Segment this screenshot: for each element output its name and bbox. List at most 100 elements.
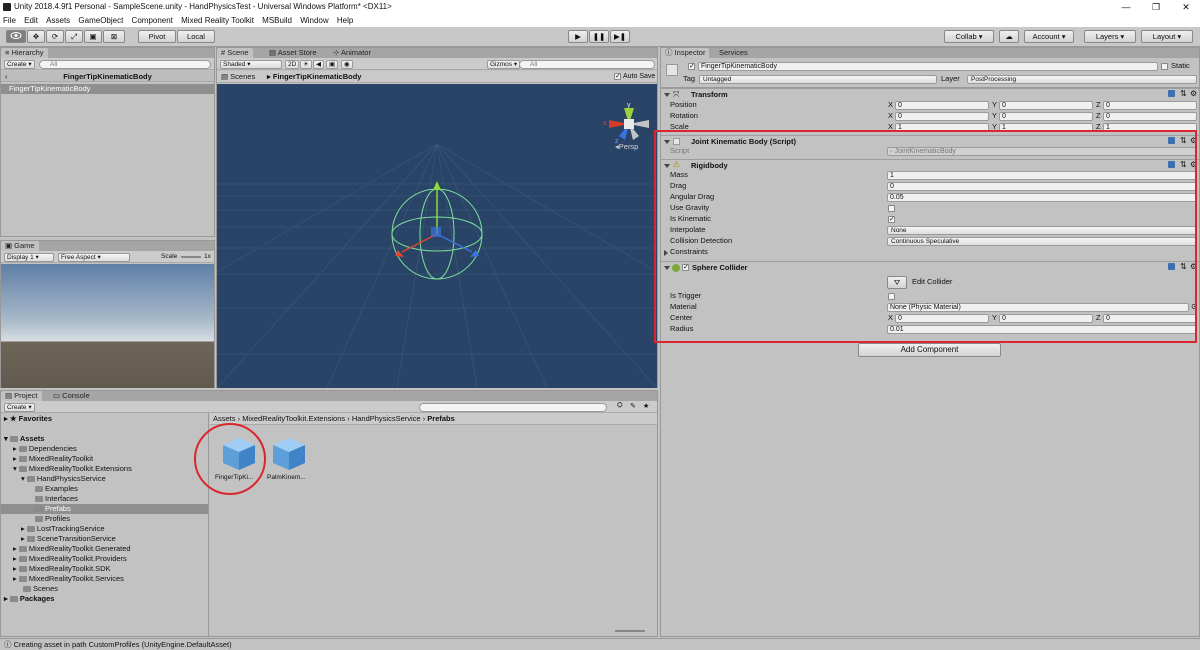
tree-item[interactable]: Profiles <box>35 514 70 524</box>
tree-item[interactable]: ▸ MixedRealityToolkit.Providers <box>13 554 127 564</box>
menu-gameobject[interactable]: GameObject <box>75 16 126 25</box>
crumb-assets[interactable]: Assets <box>213 414 236 423</box>
scene-object-crumb[interactable]: ▸ FingerTipKinematicBody <box>267 71 361 83</box>
effects-icon[interactable]: ▣ <box>326 59 339 69</box>
mode-2d-toggle[interactable]: 2D <box>285 59 300 69</box>
tag-dropdown[interactable]: Untagged <box>699 75 937 84</box>
position-x-field[interactable]: 0 <box>895 101 989 110</box>
account-dropdown[interactable]: Account ▾ <box>1024 30 1074 43</box>
game-view[interactable] <box>1 264 214 388</box>
filter-label-icon[interactable]: ✎ <box>630 402 636 410</box>
tree-item[interactable]: Interfaces <box>35 494 78 504</box>
crumb-handphysicsservice[interactable]: HandPhysicsService <box>352 414 421 423</box>
scenes-crumb[interactable]: ▤ Scenes <box>221 71 255 83</box>
menu-window[interactable]: Window <box>297 16 331 25</box>
rotation-x-field[interactable]: 0 <box>895 112 989 121</box>
project-create-button[interactable]: Create ▾ <box>4 402 35 412</box>
hand-tool-icon[interactable] <box>6 30 26 43</box>
maximize-button[interactable]: ❐ <box>1142 0 1170 14</box>
cloud-icon[interactable]: ☁ <box>999 30 1019 43</box>
transform-foldout-icon[interactable] <box>664 93 670 97</box>
menu-edit[interactable]: Edit <box>21 16 41 25</box>
tab-services[interactable]: Services <box>715 48 752 58</box>
transform-header[interactable]: ⤧ Transform ⇅ ⚙ <box>661 88 1199 100</box>
asset-item[interactable]: PalmKinem... <box>264 434 314 484</box>
tab-scene[interactable]: # Scene <box>217 48 253 58</box>
add-component-button[interactable]: Add Component <box>858 343 1001 357</box>
tab-console[interactable]: ▭ Console <box>49 391 94 401</box>
crumb-prefabs[interactable]: Prefabs <box>427 414 455 423</box>
settings-gear-icon[interactable]: ⚙ <box>1190 89 1197 98</box>
pivot-toggle[interactable]: Pivot <box>138 30 176 43</box>
layer-dropdown[interactable]: PostProcessing <box>967 75 1197 84</box>
audio-icon[interactable]: ◀ <box>313 59 324 69</box>
scene-viewport[interactable]: x y z ◂Persp <box>217 84 657 388</box>
assets-node[interactable]: ▾ Assets <box>4 434 44 444</box>
tab-game[interactable]: ▣ Game <box>1 241 39 251</box>
object-name-field[interactable]: FingerTipKinematicBody <box>698 62 1158 71</box>
crumb-mrtk-extensions[interactable]: MixedRealityToolkit.Extensions <box>242 414 345 423</box>
collab-dropdown[interactable]: Collab ▾ <box>944 30 994 43</box>
project-search-input[interactable] <box>419 402 607 412</box>
transform-tool-icon[interactable]: ⊠ <box>103 30 125 43</box>
pause-button[interactable]: ❚❚ <box>589 30 609 43</box>
tree-item[interactable]: ▸ MixedRealityToolkit <box>13 454 93 464</box>
menu-assets[interactable]: Assets <box>43 16 73 25</box>
autosave-checkbox[interactable]: ✓ <box>614 73 621 80</box>
scene-search-input[interactable]: All <box>519 59 655 69</box>
tree-item-selected[interactable]: Prefabs <box>35 504 71 514</box>
hierarchy-search-input[interactable]: All <box>39 59 211 69</box>
tree-item[interactable]: Examples <box>35 484 78 494</box>
object-active-checkbox[interactable]: ✓ <box>688 63 695 70</box>
packages-node[interactable]: ▸ Packages <box>4 594 54 604</box>
tab-asset-store[interactable]: ▤ Asset Store <box>265 48 321 58</box>
favorites-node[interactable]: ▸ ★ Favorites <box>4 414 52 424</box>
layers-dropdown[interactable]: Layers ▾ <box>1084 30 1136 43</box>
display-dropdown[interactable]: Display 1 ▾ <box>4 252 54 262</box>
rotation-z-field[interactable]: 0 <box>1103 112 1197 121</box>
step-button[interactable]: ▶❚ <box>610 30 630 43</box>
help-icon[interactable] <box>1168 90 1175 97</box>
hierarchy-create-button[interactable]: Create ▾ <box>4 59 35 69</box>
tab-hierarchy[interactable]: ≡ Hierarchy <box>1 48 48 58</box>
close-button[interactable]: ✕ <box>1172 0 1200 14</box>
local-toggle[interactable]: Local <box>177 30 215 43</box>
menu-msbuild[interactable]: MSBuild <box>259 16 295 25</box>
tree-item[interactable]: Scenes <box>23 584 58 594</box>
preset-icon[interactable]: ⇅ <box>1180 89 1187 98</box>
menu-mrtk[interactable]: Mixed Reality Toolkit <box>178 16 257 25</box>
tab-project[interactable]: ▤ Project <box>1 391 42 401</box>
tree-item[interactable]: ▸ SceneTransitionService <box>21 534 116 544</box>
position-z-field[interactable]: 0 <box>1103 101 1197 110</box>
menu-file[interactable]: File <box>0 16 19 25</box>
tree-item[interactable]: ▸ LostTrackingService <box>21 524 105 534</box>
layout-dropdown[interactable]: Layout ▾ <box>1141 30 1193 43</box>
position-y-field[interactable]: 0 <box>999 101 1093 110</box>
favorite-star-icon[interactable]: ★ <box>643 402 649 410</box>
play-button[interactable]: ▶ <box>568 30 588 43</box>
shading-dropdown[interactable]: Shaded ▾ <box>220 59 282 69</box>
tree-item[interactable]: ▸ MixedRealityToolkit.Services <box>13 574 124 584</box>
tree-item[interactable]: ▸ Dependencies <box>13 444 77 454</box>
tree-item[interactable]: ▾ MixedRealityToolkit.Extensions <box>13 464 132 474</box>
tree-item[interactable]: ▸ MixedRealityToolkit.SDK <box>13 564 111 574</box>
rotate-tool-icon[interactable]: ⟳ <box>46 30 64 43</box>
camera-icon[interactable]: ◉ <box>341 59 353 69</box>
tab-animator[interactable]: ⊹ Animator <box>329 48 375 58</box>
rect-tool-icon[interactable]: ▣ <box>84 30 102 43</box>
tab-inspector[interactable]: ⓘ Inspector <box>661 48 710 58</box>
minimize-button[interactable]: — <box>1112 0 1140 14</box>
hierarchy-item[interactable]: FingerTipKinematicBody <box>1 84 214 94</box>
move-tool-icon[interactable]: ✥ <box>27 30 45 43</box>
filter-type-icon[interactable]: ⛭ <box>617 402 623 410</box>
static-checkbox[interactable] <box>1161 63 1168 70</box>
persp-label[interactable]: ◂Persp <box>615 142 638 151</box>
menu-component[interactable]: Component <box>129 16 176 25</box>
tree-item[interactable]: ▾ HandPhysicsService <box>21 474 106 484</box>
gizmos-dropdown[interactable]: Gizmos ▾ <box>487 59 521 69</box>
tree-item[interactable]: ▸ MixedRealityToolkit.Generated <box>13 544 131 554</box>
scale-slider[interactable] <box>181 256 201 258</box>
lighting-icon[interactable]: ☀ <box>300 59 312 69</box>
aspect-dropdown[interactable]: Free Aspect ▾ <box>58 252 130 262</box>
scale-tool-icon[interactable]: ⤢ <box>65 30 83 43</box>
